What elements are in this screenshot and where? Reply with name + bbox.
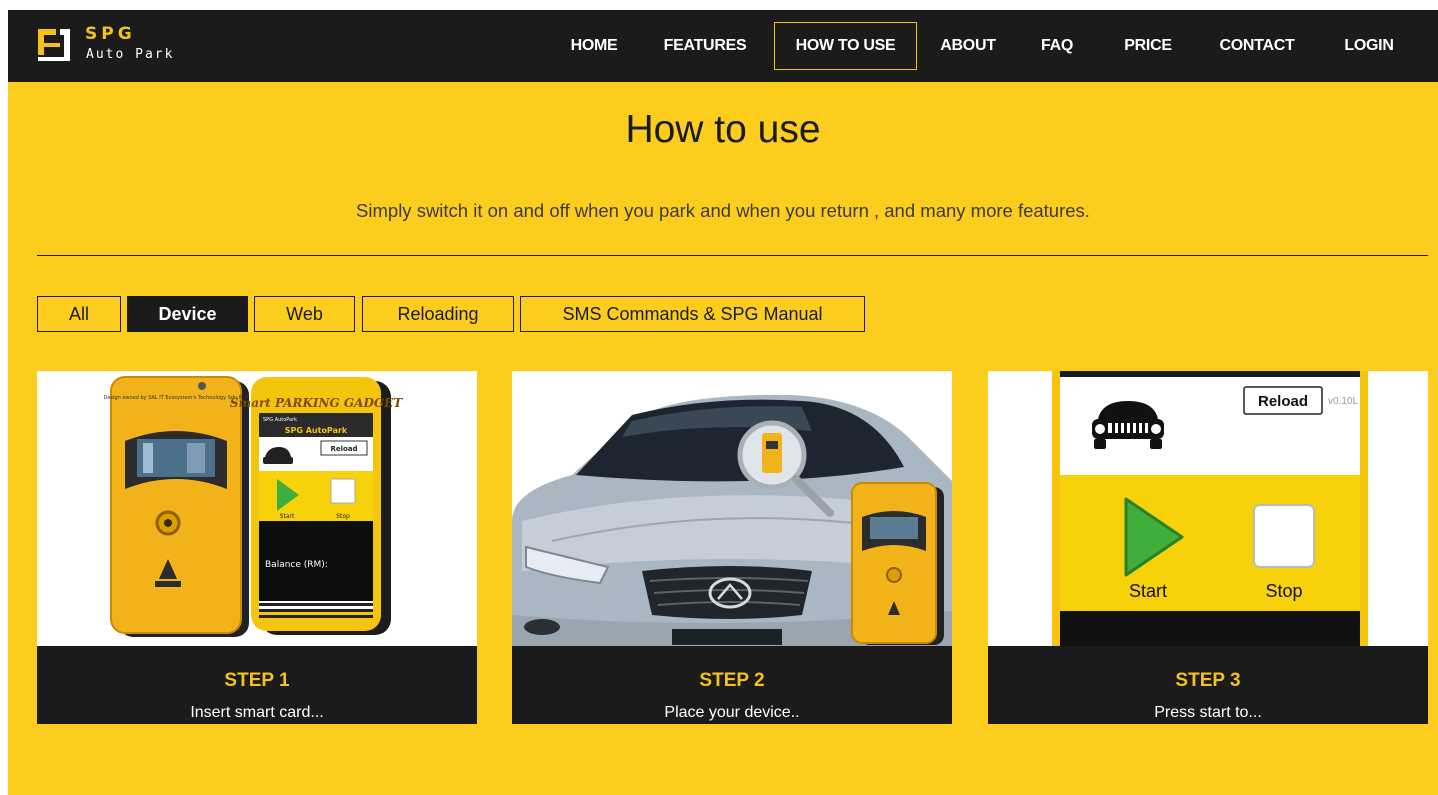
logo-mark-icon xyxy=(38,29,70,61)
filter-web[interactable]: Web xyxy=(254,296,355,332)
step-1-description: Insert smart card... xyxy=(190,704,324,721)
nav-login[interactable]: LOGIN xyxy=(1330,22,1408,70)
section-title: How to use xyxy=(625,108,821,151)
step-2-title: STEP 2 xyxy=(699,670,765,691)
section-subtitle: Simply switch it on and off when you par… xyxy=(356,200,1090,221)
section-divider xyxy=(37,255,1428,256)
phone-tab-text: SPG AutoPark xyxy=(263,417,297,423)
step-1-image: Design owned by SAL IT Ecosystem's Techn… xyxy=(37,371,477,646)
nav-home[interactable]: HOME xyxy=(556,22,632,70)
nav-about[interactable]: ABOUT xyxy=(932,22,1004,70)
svg-text:SPG AutoPark: SPG AutoPark xyxy=(263,417,297,423)
svg-text:Balance (RM):: Balance (RM): xyxy=(265,560,328,570)
car-with-device-illustration xyxy=(512,371,952,646)
nav-how-to-use[interactable]: HOW TO USE xyxy=(774,22,917,70)
step-3-title: STEP 3 xyxy=(1175,670,1241,691)
app-reload-text: Reload xyxy=(1258,393,1308,410)
svg-text:Smart PARKING GADGET: Smart PARKING GADGET xyxy=(230,396,403,410)
filter-reloading[interactable]: Reloading xyxy=(362,296,514,332)
step-3-description: Press start to... xyxy=(1154,704,1262,721)
top-navbar: SPG Auto Park HOME FEATURES HOW TO USE A… xyxy=(8,10,1438,82)
svg-text:Reload: Reload xyxy=(330,445,357,453)
page-frame: SPG Auto Park HOME FEATURES HOW TO USE A… xyxy=(8,10,1438,795)
svg-text:Design owned by SAL IT Ecosyst: Design owned by SAL IT Ecosystem's Techn… xyxy=(104,395,249,401)
step-1-title: STEP 1 xyxy=(224,670,290,691)
brand-name: SPG xyxy=(85,24,136,44)
phone-start-text: Start xyxy=(280,513,295,520)
step-card-3[interactable]: Reload v0.10L Start Stop STEP 3 Press st… xyxy=(988,371,1428,724)
svg-text:Reload: Reload xyxy=(1258,393,1308,410)
svg-text:v0.10L: v0.10L xyxy=(1328,396,1358,407)
step-3-image: Reload v0.10L Start Stop xyxy=(988,371,1428,646)
phone-balance-text: Balance (RM): xyxy=(265,560,328,570)
step-2-description: Place your device.. xyxy=(664,704,800,721)
app-stop-text: Stop xyxy=(1265,581,1302,601)
nav-contact[interactable]: CONTACT xyxy=(1206,22,1308,70)
phone-app-text: SPG AutoPark xyxy=(285,426,348,435)
svg-text:Start: Start xyxy=(1129,581,1167,601)
svg-text:SPG AutoPark: SPG AutoPark xyxy=(285,426,348,435)
phone-stop-text: Stop xyxy=(336,513,350,520)
svg-text:Stop: Stop xyxy=(1265,581,1302,601)
nav-price[interactable]: PRICE xyxy=(1111,22,1185,70)
filter-sms-commands-manual[interactable]: SMS Commands & SPG Manual xyxy=(520,296,865,332)
phone-reload-text: Reload xyxy=(330,445,357,453)
svg-text:Start: Start xyxy=(280,513,295,520)
brand-logo[interactable]: SPG Auto Park xyxy=(36,23,206,69)
filter-device[interactable]: Device xyxy=(127,296,248,332)
nav-faq[interactable]: FAQ xyxy=(1033,22,1081,70)
app-start-text: Start xyxy=(1129,581,1167,601)
nav-features[interactable]: FEATURES xyxy=(650,22,760,70)
svg-text:Stop: Stop xyxy=(336,513,350,520)
device-owner-text: Design owned by SAL IT Ecosystem's Techn… xyxy=(104,395,249,401)
app-start-stop-illustration: Reload v0.10L Start Stop xyxy=(988,371,1428,646)
step-card-2[interactable]: STEP 2 Place your device.. xyxy=(512,371,952,724)
phone-header-text: Smart PARKING GADGET xyxy=(230,396,403,410)
step-2-image xyxy=(512,371,952,646)
smart-card-and-phone-illustration: Design owned by SAL IT Ecosystem's Techn… xyxy=(37,371,477,646)
filter-all[interactable]: All xyxy=(37,296,121,332)
app-version-text: v0.10L xyxy=(1328,396,1358,407)
brand-tagline: Auto Park xyxy=(86,47,175,62)
step-card-1[interactable]: Design owned by SAL IT Ecosystem's Techn… xyxy=(37,371,477,724)
